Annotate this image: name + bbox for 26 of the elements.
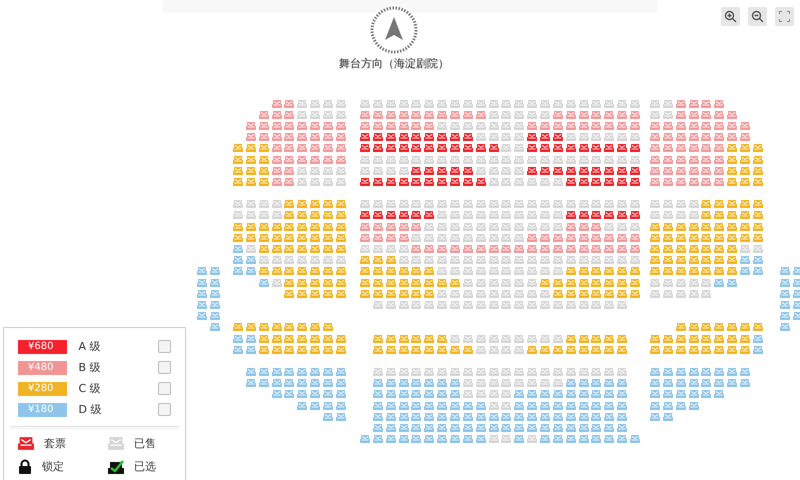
price-tag: ¥680 (18, 340, 66, 354)
tier-checkbox[interactable] (158, 340, 171, 353)
seat-state-label: 锁定 (42, 459, 64, 474)
price-tag: ¥180 (18, 402, 66, 416)
tier-checkbox[interactable] (158, 361, 171, 374)
seat-state-label: 已售 (134, 436, 156, 451)
seat-state-label: 已选 (134, 459, 156, 474)
tier-checkbox[interactable] (158, 382, 171, 395)
checked-seat-icon (108, 460, 124, 474)
zoom-in-icon (724, 10, 737, 23)
lock-icon (18, 459, 32, 474)
zoom-out-icon (751, 10, 764, 23)
price-tag: ¥280 (18, 382, 66, 396)
tier-label: C 级 (78, 381, 102, 396)
tier-label: D 级 (78, 402, 102, 417)
stage-direction-icon (369, 5, 419, 55)
tier-label: A 级 (78, 339, 102, 354)
tier-checkbox[interactable] (158, 403, 171, 416)
zoom-in-button[interactable] (721, 7, 740, 26)
price-tag: ¥480 (18, 360, 66, 374)
zoom-out-button[interactable] (748, 7, 767, 26)
fit-screen-button[interactable] (775, 7, 794, 26)
stage-direction-label: 舞台方向（海淀剧院） (339, 56, 449, 71)
tier-label: B 级 (78, 360, 102, 375)
fit-screen-icon (778, 10, 791, 23)
seat-state-label: 套票 (44, 436, 66, 451)
